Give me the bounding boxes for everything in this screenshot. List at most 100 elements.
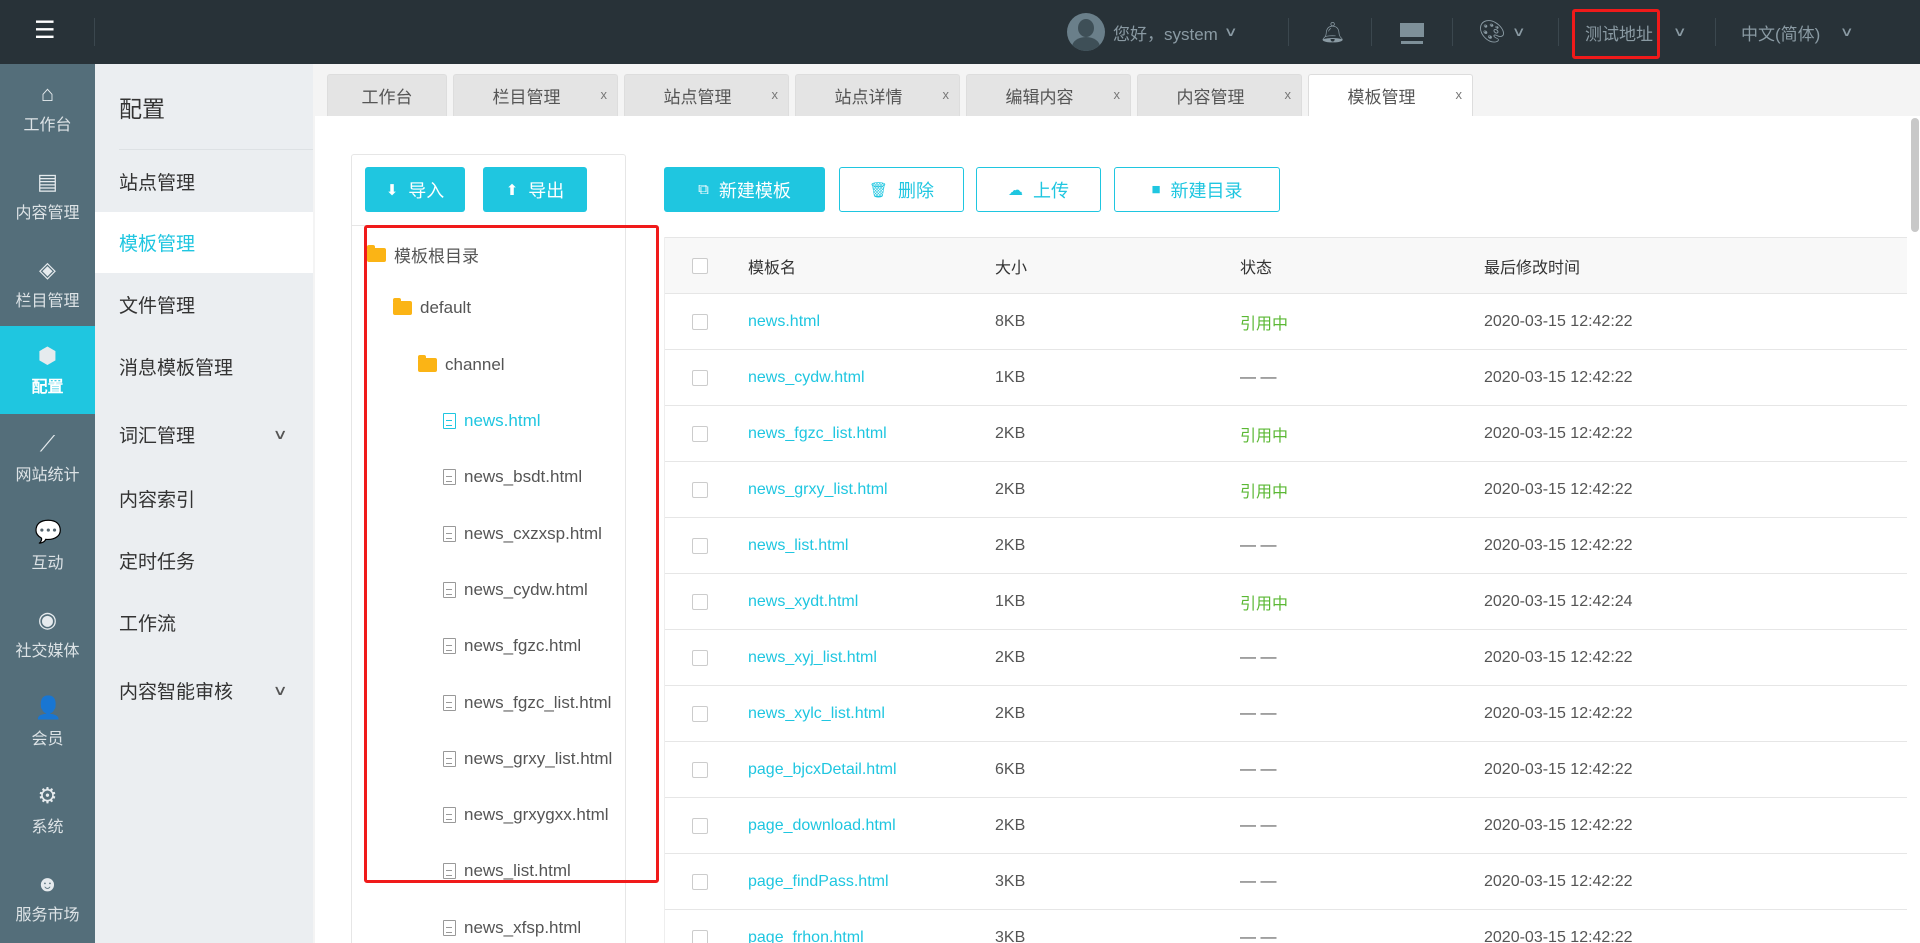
layers-icon: ◈ xyxy=(39,256,56,282)
cloud-upload-icon: ☁ xyxy=(1008,181,1023,199)
template-name-link[interactable]: news_grxy_list.html xyxy=(748,462,888,517)
template-name-link[interactable]: page_findPass.html xyxy=(748,854,889,909)
menu-item-0[interactable]: 站点管理 xyxy=(95,151,313,212)
upload-button[interactable]: ☁ 上传 xyxy=(976,167,1101,212)
menu-item-2[interactable]: 文件管理 xyxy=(95,274,313,335)
close-icon[interactable]: x xyxy=(601,87,608,102)
row-checkbox[interactable] xyxy=(692,481,708,498)
scrollbar-thumb[interactable] xyxy=(1911,118,1919,232)
tree-node[interactable]: channel xyxy=(418,355,505,375)
tree-node-label: channel xyxy=(445,355,505,374)
sidebar-item-8[interactable]: ⚙ 系统 xyxy=(0,766,95,854)
template-name-link[interactable]: news_fgzc_list.html xyxy=(748,406,887,461)
bell-icon[interactable]: 🔔︎ xyxy=(1320,0,1345,64)
tree-node[interactable]: news_fgzc_list.html xyxy=(443,693,611,713)
tab-5[interactable]: 内容管理 x xyxy=(1137,74,1302,116)
close-icon[interactable]: x xyxy=(1456,87,1463,102)
template-name-link[interactable]: news_cydw.html xyxy=(748,350,865,405)
sidebar-item-label: 栏目管理 xyxy=(15,292,80,310)
row-checkbox[interactable] xyxy=(692,537,708,554)
sidebar-item-label: 系统 xyxy=(31,818,64,836)
tree-node[interactable]: news_cydw.html xyxy=(443,580,588,600)
sidebar-item-0[interactable]: ⌂ 工作台 xyxy=(0,64,95,152)
row-checkbox[interactable] xyxy=(692,649,708,666)
tree-node-label: news_fgzc_list.html xyxy=(464,692,612,712)
template-name-link[interactable]: page_download.html xyxy=(748,798,896,853)
tab-1[interactable]: 栏目管理 x xyxy=(453,74,618,116)
template-name-link[interactable]: news_xyj_list.html xyxy=(748,630,877,685)
menu-item-3[interactable]: 消息模板管理 xyxy=(95,336,313,397)
tree-node[interactable]: news_grxygxx.html xyxy=(443,805,609,825)
menu-item-1[interactable]: 模板管理 xyxy=(95,212,313,273)
new-directory-button[interactable]: ■ 新建目录 xyxy=(1114,167,1280,212)
tab-2[interactable]: 站点管理 x xyxy=(624,74,789,116)
export-button[interactable]: ⬆ 导出 xyxy=(483,167,587,212)
menu-item-7[interactable]: 工作流 xyxy=(95,592,313,653)
row-checkbox[interactable] xyxy=(692,369,708,386)
template-name-link[interactable]: news_xylc_list.html xyxy=(748,686,885,741)
tab-bar: 工作台 栏目管理 x 站点管理 x 站点详情 x 编辑内容 x 内容管理 x 模板管理 x xyxy=(327,74,1473,116)
menu-item-label: 内容索引 xyxy=(119,490,196,511)
tree-node[interactable]: news_grxy_list.html xyxy=(443,749,612,769)
tab-6[interactable]: 模板管理 x xyxy=(1308,74,1473,116)
menu-item-label: 消息模板管理 xyxy=(119,358,234,379)
sidebar-item-7[interactable]: 👤 会员 xyxy=(0,678,95,766)
sidebar-item-5[interactable]: 💬 互动 xyxy=(0,502,95,590)
tab-0[interactable]: 工作台 xyxy=(327,74,447,116)
row-checkbox[interactable] xyxy=(692,929,708,943)
close-icon[interactable]: x xyxy=(943,87,950,102)
tree-node-label: news_bsdt.html xyxy=(464,467,583,487)
row-checkbox[interactable] xyxy=(692,705,708,722)
status-text: — — xyxy=(1240,760,1277,778)
sidebar-item-3[interactable]: ⬢ 配置 xyxy=(0,326,95,414)
close-icon[interactable]: x xyxy=(772,87,779,102)
new-template-button[interactable]: ⧉ 新建模板 xyxy=(664,167,825,212)
sidebar-item-4[interactable]: ⟋ 网站统计 xyxy=(0,414,95,502)
select-all-checkbox[interactable] xyxy=(692,257,708,274)
monitor-icon[interactable] xyxy=(1400,0,1424,64)
language-menu[interactable]: 中文(简体) ∨ xyxy=(1741,0,1854,64)
sidebar-item-1[interactable]: ▤ 内容管理 xyxy=(0,152,95,240)
menu-item-6[interactable]: 定时任务 xyxy=(95,530,313,591)
tab-4[interactable]: 编辑内容 x xyxy=(966,74,1131,116)
tree-node[interactable]: news_list.html xyxy=(443,861,571,881)
user-menu[interactable]: 您好，system ∨ xyxy=(1067,0,1238,64)
tree-node[interactable]: news_bsdt.html xyxy=(443,467,582,487)
tree-node[interactable]: news_cxzxsp.html xyxy=(443,524,602,544)
divider xyxy=(352,225,625,226)
sidebar-item-6[interactable]: ◉ 社交媒体 xyxy=(0,590,95,678)
sidebar-item-2[interactable]: ◈ 栏目管理 xyxy=(0,240,95,328)
close-icon[interactable]: x xyxy=(1114,87,1121,102)
delete-button[interactable]: 🗑︎ 删除 xyxy=(839,167,964,212)
template-name-link[interactable]: news_xydt.html xyxy=(748,574,858,629)
row-checkbox[interactable] xyxy=(692,817,708,834)
theme-menu[interactable]: 🎨︎ ∨ xyxy=(1478,0,1526,64)
export-label: 导出 xyxy=(528,180,565,201)
template-name-link[interactable]: news_list.html xyxy=(748,518,848,573)
scrollbar[interactable] xyxy=(1910,116,1920,943)
close-icon[interactable]: x xyxy=(1285,87,1292,102)
menu-item-5[interactable]: 内容索引 xyxy=(95,468,313,529)
tree-node[interactable]: news_fgzc.html xyxy=(443,636,581,656)
menu-item-8[interactable]: 内容智能审核 ∨ xyxy=(95,660,313,721)
menu-item-4[interactable]: 词汇管理 ∨ xyxy=(95,404,313,465)
template-name-link[interactable]: page_bjcxDetail.html xyxy=(748,742,897,797)
tree-node[interactable]: default xyxy=(393,298,471,318)
import-button[interactable]: ⬇ 导入 xyxy=(365,167,465,212)
tree-node[interactable]: news.html xyxy=(443,411,541,431)
support-icon: ☻ xyxy=(35,870,60,896)
sidebar-item-9[interactable]: ☻ 服务市场 xyxy=(0,854,95,942)
tree-node-label: 模板根目录 xyxy=(394,247,479,266)
template-name-link[interactable]: page_frhon.html xyxy=(748,910,864,943)
menu-icon[interactable]: ☰ xyxy=(34,19,58,43)
tree-node[interactable]: news_xfsp.html xyxy=(443,918,581,938)
tab-3[interactable]: 站点详情 x xyxy=(795,74,960,116)
row-checkbox[interactable] xyxy=(692,425,708,442)
template-name-link[interactable]: news.html xyxy=(748,294,820,349)
modified-time: 2020-03-15 12:42:22 xyxy=(1484,872,1633,890)
row-checkbox[interactable] xyxy=(692,313,708,330)
row-checkbox[interactable] xyxy=(692,593,708,610)
row-checkbox[interactable] xyxy=(692,761,708,778)
row-checkbox[interactable] xyxy=(692,873,708,890)
tree-node[interactable]: 模板根目录 xyxy=(367,242,479,267)
